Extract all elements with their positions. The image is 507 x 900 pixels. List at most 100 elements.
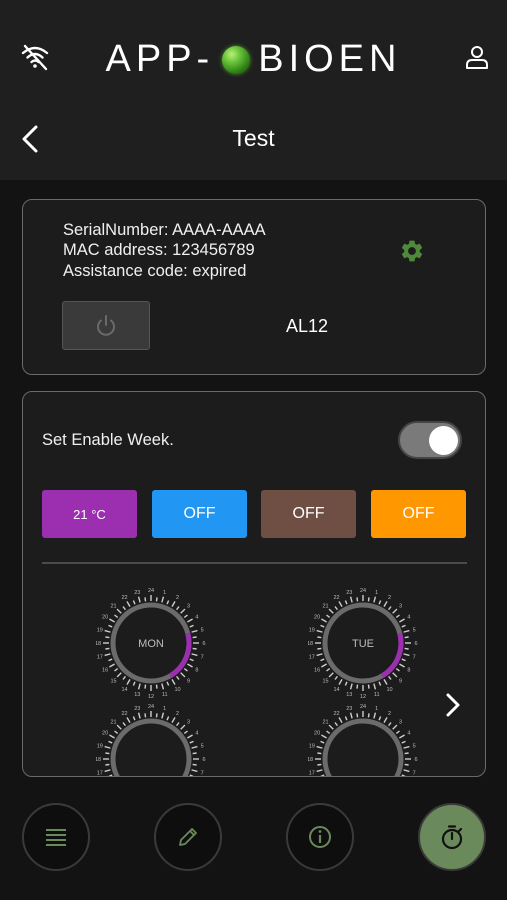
dial-hour-label: 5 <box>201 743 204 749</box>
device-info-card: SerialNumber: AAAA-AAAA MAC address: 123… <box>22 199 486 375</box>
dial-tick <box>321 618 327 623</box>
next-chevron-icon[interactable] <box>441 690 465 720</box>
dial-tick <box>109 618 115 623</box>
dial-hour-label: 15 <box>110 678 116 684</box>
enable-week-label: Set Enable Week. <box>42 431 174 449</box>
dial-tick <box>183 668 188 672</box>
dial-hour-label: 18 <box>96 641 101 647</box>
dial-tick <box>144 597 147 602</box>
dial-tick <box>114 614 119 618</box>
dial-tick <box>403 745 410 749</box>
dial-tick <box>334 606 338 611</box>
nav-info-button[interactable] <box>286 803 354 871</box>
dial-tick <box>126 717 131 723</box>
brand-ball-logo <box>222 45 251 74</box>
dial-tick <box>367 597 370 602</box>
day-dial-tuesday[interactable]: 123456789101112131415161718192021222324T… <box>308 588 418 698</box>
dial-tick <box>166 716 170 721</box>
dial-tick <box>108 740 113 744</box>
gear-icon[interactable] <box>399 238 425 264</box>
dial-tick <box>356 684 359 689</box>
dial-tick <box>108 658 113 662</box>
dial-tick <box>104 769 111 773</box>
dial-hour-label: 1 <box>163 706 166 712</box>
mode-button-brown[interactable]: OFF <box>261 490 356 538</box>
brand-right-text: BIOEN <box>258 38 402 80</box>
dial-tick <box>116 724 122 730</box>
dial-tick <box>403 653 410 657</box>
dial-hour-label: 11 <box>162 692 168 698</box>
dial-hour-label: 6 <box>414 757 417 763</box>
dial-hour-label: 9 <box>187 678 190 684</box>
dial-tick <box>404 636 409 639</box>
dial-tick <box>161 683 165 690</box>
dial-tick <box>392 724 398 730</box>
dial-tick <box>321 663 327 668</box>
dial-hour-label: 23 <box>134 706 140 712</box>
dial-hour-label: 24 <box>148 588 154 594</box>
dial-tick <box>105 763 110 766</box>
dial-tick <box>317 636 322 639</box>
dial-hour-label: 4 <box>407 731 410 737</box>
dial-tick <box>155 597 158 602</box>
day-dial-thursday[interactable]: 123456789101112131415161718192021222324 <box>308 704 418 777</box>
dial-hour-label: 24 <box>360 588 366 594</box>
dial-hour-label: 19 <box>309 743 315 749</box>
enable-week-toggle[interactable] <box>398 421 462 459</box>
dial-tick <box>132 716 136 721</box>
dial-hour-label: 23 <box>134 590 140 596</box>
dial-hour-label: 11 <box>374 692 380 698</box>
dial-tick <box>373 683 377 690</box>
dial-tick <box>399 734 405 739</box>
dial-tick <box>166 681 170 686</box>
dial-hour-label: 22 <box>121 595 127 601</box>
mode-button-orange[interactable]: OFF <box>371 490 466 538</box>
brand-logo: APP- BIOEN <box>0 38 507 81</box>
day-dial-wednesday[interactable]: 123456789101112131415161718192021222324 <box>96 704 206 777</box>
user-icon[interactable] <box>464 44 490 70</box>
dial-tick <box>367 684 370 689</box>
device-name: AL12 <box>286 316 329 336</box>
dial-tick <box>176 606 180 611</box>
dial-hour-label: 4 <box>195 615 198 621</box>
dial-tick <box>317 752 322 755</box>
dial-hour-label: 4 <box>195 731 198 737</box>
dial-hour-label: 7 <box>413 771 416 777</box>
dial-tick <box>108 774 113 776</box>
dial-hour-label: 20 <box>314 731 320 737</box>
assistance-code-text: Assistance code: expired <box>63 262 247 280</box>
dial-hour-label: 22 <box>333 595 339 601</box>
dial-tick <box>192 752 197 755</box>
dial-tick <box>316 629 323 633</box>
dial-hour-label: 12 <box>360 694 366 698</box>
dial-tick <box>316 653 323 657</box>
page-title: Test <box>232 125 275 151</box>
dial-tick <box>328 608 334 614</box>
toggle-knob <box>429 426 458 455</box>
dial-tick <box>171 601 176 607</box>
nav-list-button[interactable] <box>22 803 90 871</box>
dial-hour-label: 5 <box>413 743 416 749</box>
day-dial-monday[interactable]: 123456789101112131415161718192021222324M… <box>96 588 206 698</box>
dial-tick <box>171 679 176 685</box>
dial-tick <box>399 618 405 623</box>
dial-hour-label: 15 <box>322 678 328 684</box>
dial-tick <box>166 600 170 605</box>
dial-hour-label: 2 <box>176 595 179 601</box>
dial-tick <box>326 730 331 734</box>
mode-button-blue[interactable]: OFF <box>152 490 247 538</box>
dial-tick <box>187 663 193 668</box>
nav-edit-button[interactable] <box>154 803 222 871</box>
power-button[interactable] <box>62 301 150 350</box>
dial-hour-label: 2 <box>388 595 391 601</box>
dial-tick <box>191 629 198 633</box>
dial-hour-label: 10 <box>174 687 180 693</box>
dial-tick <box>183 614 188 618</box>
mode-button-temperature[interactable]: 21 °C <box>42 490 137 538</box>
dial-tick <box>404 763 409 766</box>
dial-tick <box>189 740 194 744</box>
dial-tick <box>105 752 110 755</box>
nav-timer-button[interactable] <box>418 803 486 871</box>
dial-tick <box>192 647 197 650</box>
dial-hour-label: 24 <box>148 704 154 710</box>
